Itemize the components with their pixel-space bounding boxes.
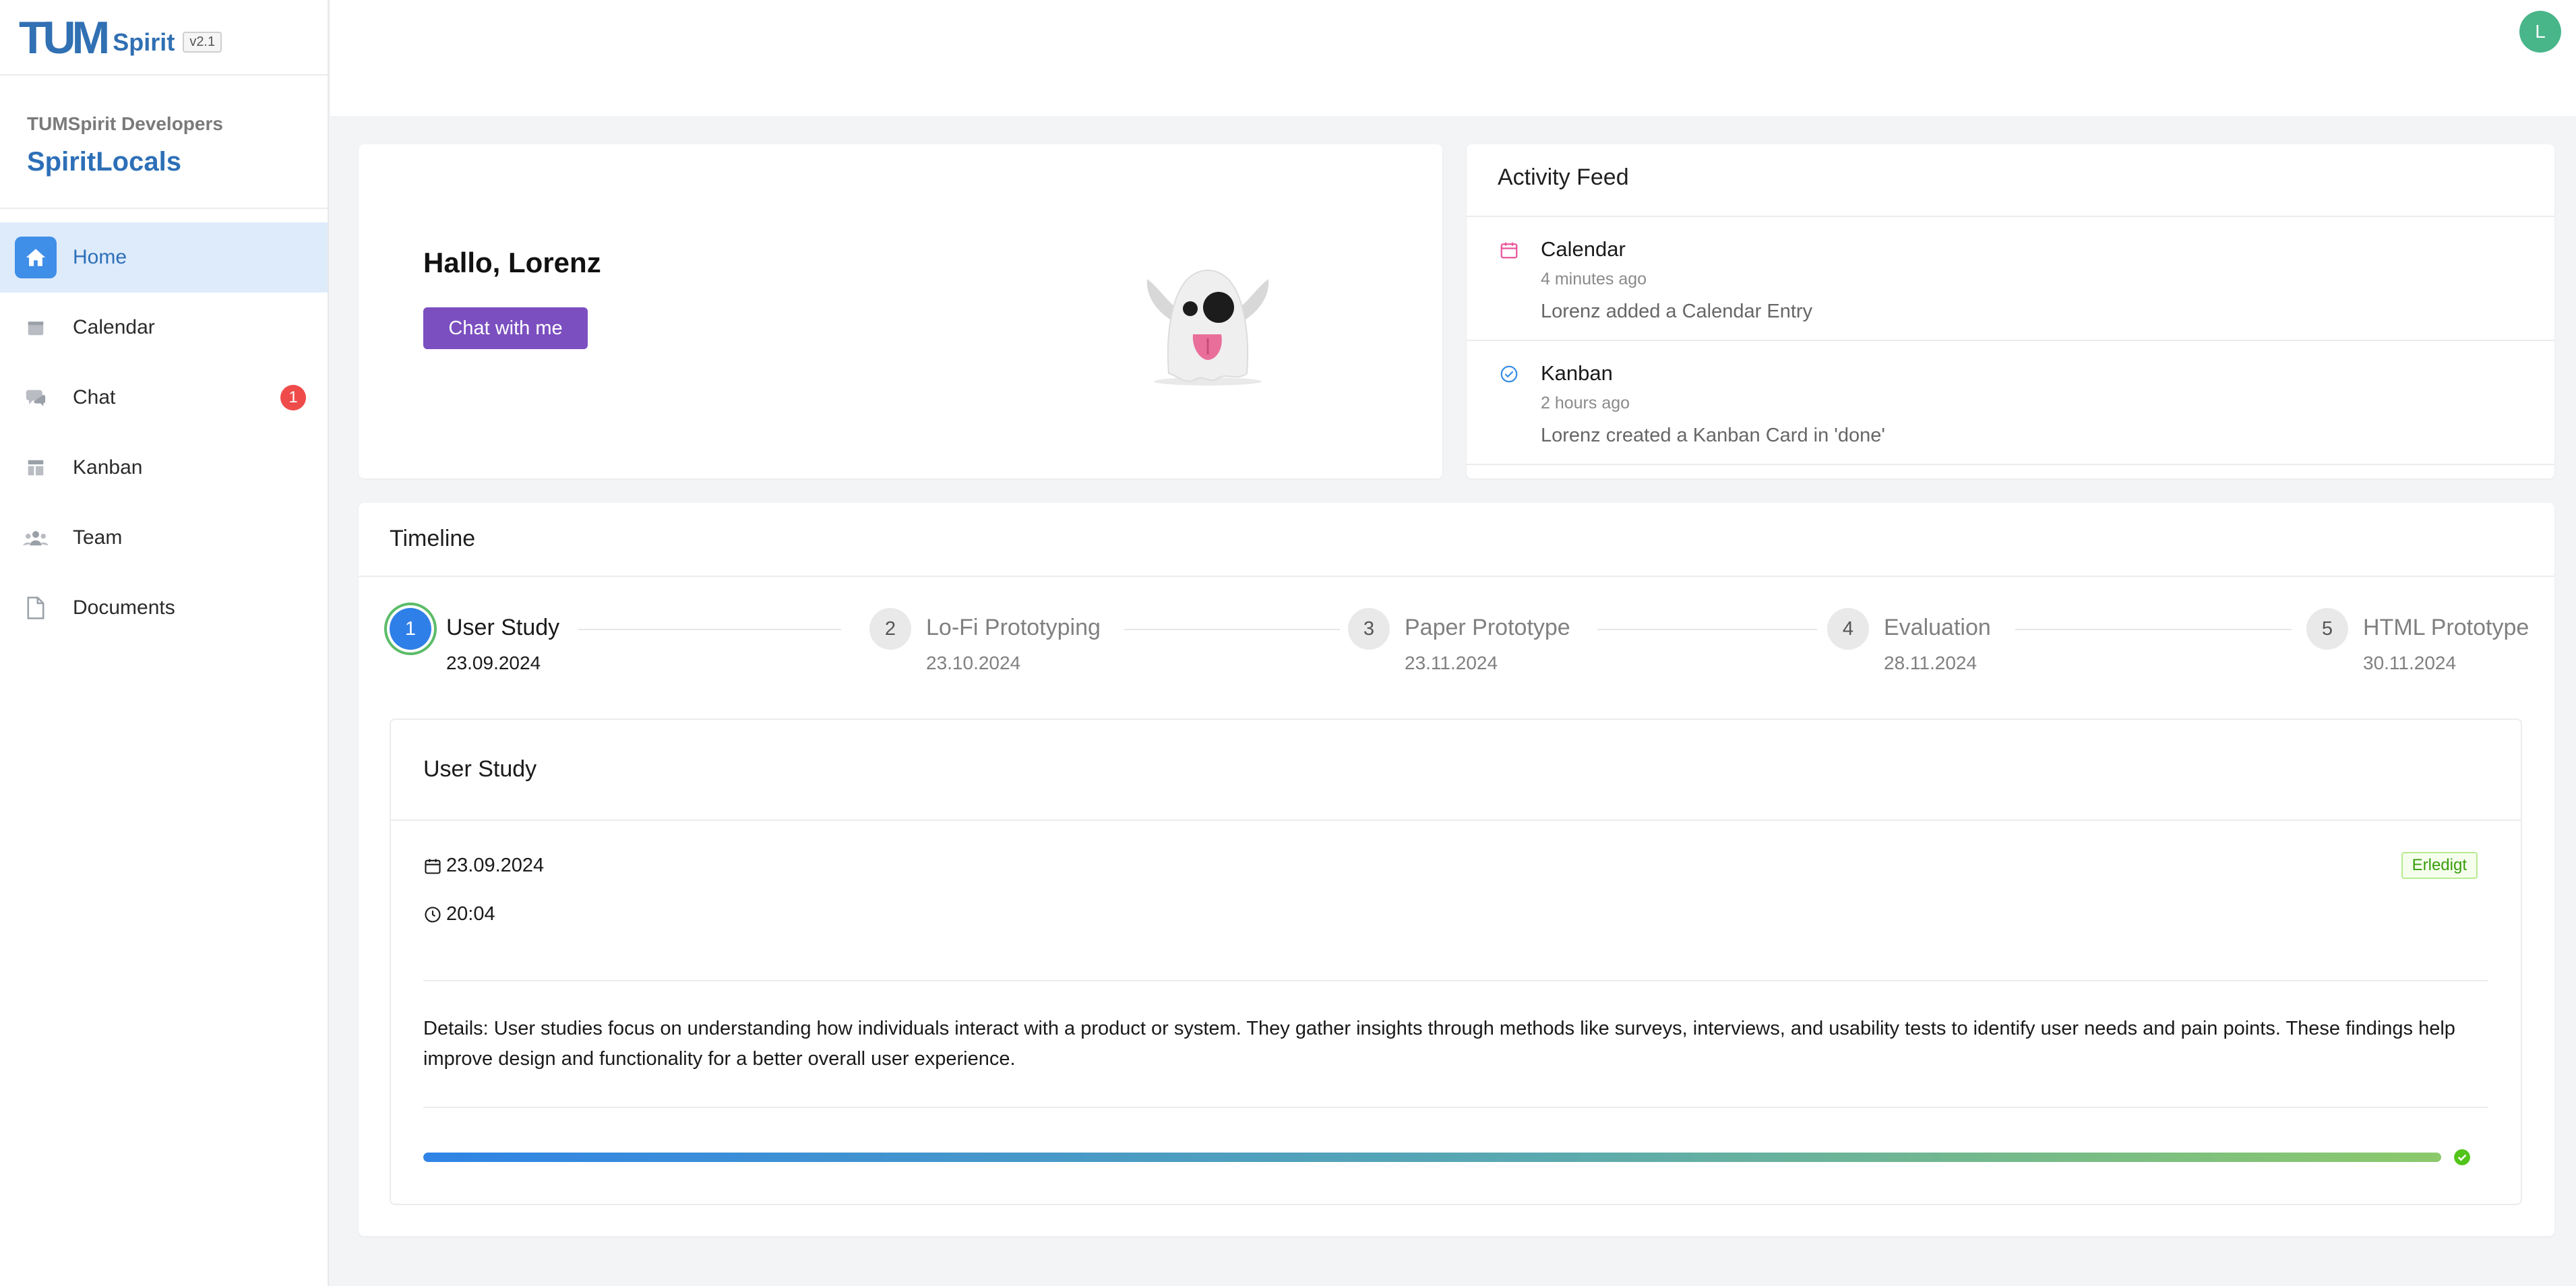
sidebar-item-label: Team <box>73 526 123 549</box>
activity-feed-title: Activity Feed <box>1498 164 1629 190</box>
clock-icon <box>425 906 441 923</box>
time-value: 20:04 <box>446 903 495 925</box>
activity-time: 4 minutes ago <box>1541 270 1647 288</box>
step-number: 3 <box>1348 608 1390 650</box>
activity-description: Lorenz created a Kanban Card in 'done' <box>1541 425 1885 446</box>
team-icon <box>15 517 57 559</box>
app-name: Spirit <box>113 28 175 56</box>
step-connector <box>1124 629 1340 630</box>
divider <box>359 576 2554 577</box>
app-logo[interactable]: TUM Spirit v2.1 <box>19 12 222 63</box>
calendar-icon <box>1499 240 1519 264</box>
activity-name: Kanban <box>1541 361 1613 385</box>
timeline-steps: 1 User Study 23.09.2024 2 Lo-Fi Prototyp… <box>390 608 2529 689</box>
divider <box>423 1107 2488 1108</box>
tum-logo: TUM <box>19 12 110 63</box>
step-detail-title: User Study <box>423 756 537 782</box>
timeline-title: Timeline <box>390 526 476 551</box>
activity-feed-card: Activity Feed Calendar 4 minutes ago Lor… <box>1467 144 2554 479</box>
activity-item[interactable]: Calendar 4 minutes ago Lorenz added a Ca… <box>1467 217 2554 340</box>
sidebar-item-label: Documents <box>73 596 175 619</box>
greeting-heading: Hallo, Lorenz <box>423 247 601 278</box>
activity-name: Calendar <box>1541 237 1626 261</box>
step-date: 23.11.2024 <box>1405 652 1498 673</box>
sidebar-item-label: Chat <box>73 386 116 408</box>
step-title: HTML Prototype <box>2363 615 2529 640</box>
document-icon <box>15 587 57 629</box>
divider <box>423 980 2488 981</box>
step-number: 2 <box>869 608 911 650</box>
step-connector <box>1597 629 1817 630</box>
team-block: TUMSpirit Developers SpiritLocals <box>0 75 328 209</box>
calendar-icon <box>425 859 441 874</box>
version-badge: v2.1 <box>183 32 222 53</box>
home-icon <box>15 237 57 278</box>
chat-unread-badge: 1 <box>280 385 306 410</box>
step-title: Evaluation <box>1884 615 1991 640</box>
date-value: 23.09.2024 <box>446 855 545 876</box>
sidebar-item-kanban[interactable]: Kanban <box>0 433 328 503</box>
check-circle-icon <box>2453 1149 2471 1169</box>
step-date: 30.11.2024 <box>2363 652 2457 673</box>
brand-header: TUM Spirit v2.1 <box>0 0 328 75</box>
sidebar-item-label: Kanban <box>73 456 143 479</box>
ghost-icon <box>1127 239 1289 390</box>
chat-icon <box>15 377 57 419</box>
divider <box>1467 464 2554 465</box>
step-title: Paper Prototype <box>1405 615 1570 640</box>
step-date: 23.09.2024 <box>446 652 541 673</box>
step-number: 1 <box>390 608 431 650</box>
step-connector <box>2015 629 2292 630</box>
step-title: User Study <box>446 615 560 640</box>
activity-item[interactable]: Kanban 2 hours ago Lorenz created a Kanb… <box>1467 341 2554 464</box>
sidebar-item-label: Home <box>73 246 127 268</box>
user-avatar[interactable]: L <box>2519 11 2561 53</box>
check-circle-icon <box>1499 364 1519 388</box>
step-number: 4 <box>1827 608 1869 650</box>
kanban-icon <box>15 447 57 489</box>
step-date: 28.11.2024 <box>1884 652 1977 673</box>
chat-with-me-button[interactable]: Chat with me <box>423 307 588 349</box>
sidebar: TUM Spirit v2.1 TUMSpirit Developers Spi… <box>0 0 329 1286</box>
sidebar-item-label: Calendar <box>73 316 155 338</box>
step-connector <box>578 629 841 630</box>
top-bar: L <box>330 0 2576 116</box>
activity-time: 2 hours ago <box>1541 394 1630 412</box>
step-date: 23.10.2024 <box>926 652 1021 673</box>
status-badge: Erledigt <box>2401 852 2478 879</box>
step-detail-time: 20:04 <box>423 903 495 925</box>
sidebar-nav: Home Calendar Chat 1 Kanban Team Documen… <box>0 222 328 643</box>
organization-name: TUMSpirit Developers <box>27 113 223 134</box>
step-detail-date: 23.09.2024 <box>423 855 544 877</box>
step-details-text: Details: User studies focus on understan… <box>423 1018 2455 1070</box>
sidebar-item-team[interactable]: Team <box>0 503 328 573</box>
sidebar-item-calendar[interactable]: Calendar <box>0 293 328 363</box>
progress-bar <box>423 1153 2441 1162</box>
activity-description: Lorenz added a Calendar Entry <box>1541 301 1813 322</box>
sidebar-item-home[interactable]: Home <box>0 222 328 293</box>
sidebar-item-documents[interactable]: Documents <box>0 573 328 643</box>
calendar-icon <box>15 307 57 348</box>
team-name[interactable]: SpiritLocals <box>27 147 181 177</box>
welcome-card: Hallo, Lorenz Chat with me <box>359 144 1442 479</box>
step-number: 5 <box>2306 608 2348 650</box>
step-title: Lo-Fi Prototyping <box>926 615 1101 640</box>
divider <box>391 820 2521 821</box>
sidebar-item-chat[interactable]: Chat 1 <box>0 363 328 433</box>
timeline-card: Timeline 1 User Study 23.09.2024 2 Lo-Fi… <box>359 503 2554 1236</box>
step-detail-card: User Study 23.09.2024 20:04 Erledigt Det… <box>390 718 2522 1205</box>
progress-fill <box>423 1153 2441 1162</box>
